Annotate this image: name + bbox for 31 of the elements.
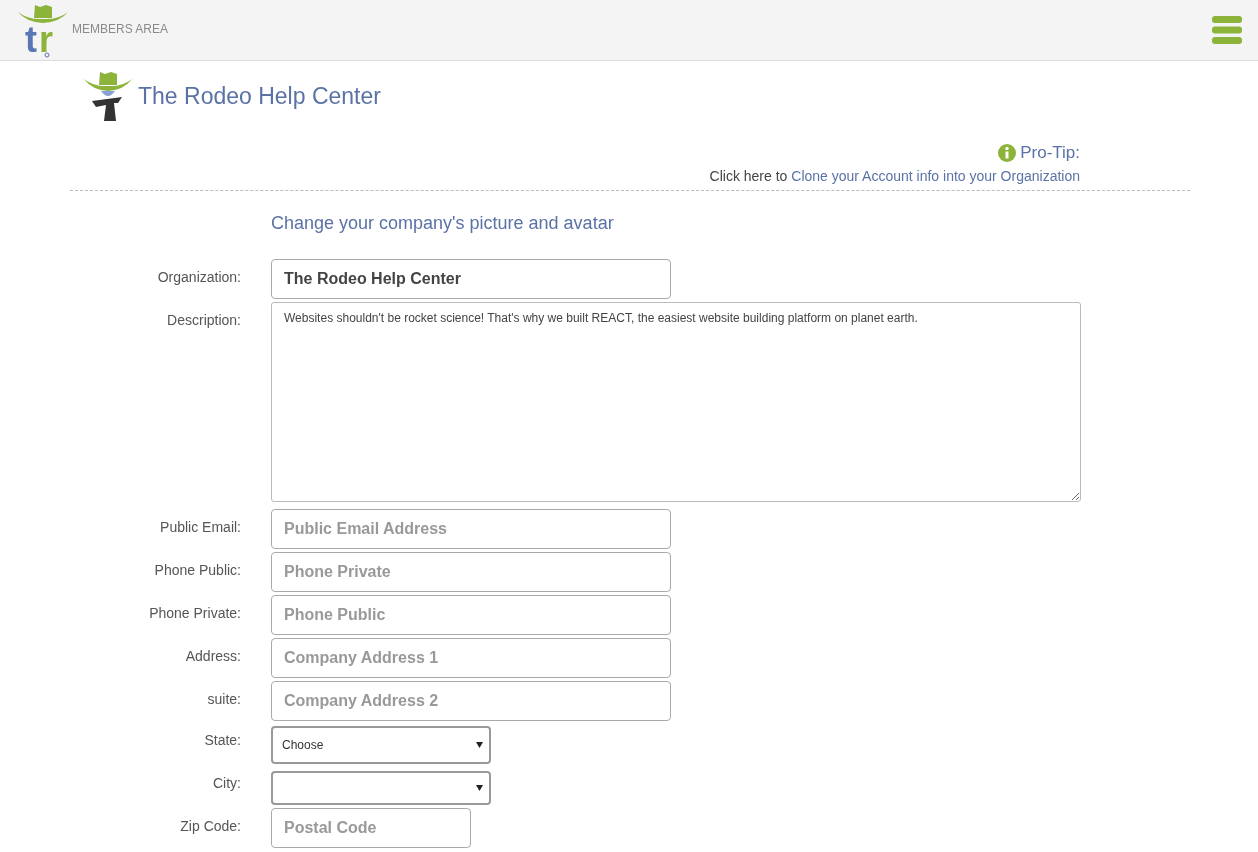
caret-icon bbox=[476, 785, 483, 791]
field-label: Organization: bbox=[156, 268, 241, 287]
input-field[interactable]: Phone Private bbox=[271, 552, 671, 592]
field-label: Description: bbox=[166, 311, 241, 330]
input-field[interactable]: Public Email Address bbox=[271, 509, 671, 549]
field-label: suite: bbox=[206, 690, 241, 709]
pro-tip-label: Pro-Tip: bbox=[1020, 143, 1080, 163]
section-heading: Change your company's picture and avatar bbox=[271, 213, 615, 234]
caret-icon bbox=[476, 742, 483, 748]
field-label: State: bbox=[203, 731, 241, 750]
pro-tip-text: Click here to Clone your Account info into your Organization bbox=[709, 168, 1080, 184]
input-field[interactable]: Company Address 1 bbox=[271, 638, 671, 678]
brand-label: MEMBERS AREA bbox=[72, 22, 169, 36]
info-icon bbox=[998, 144, 1017, 162]
field-label: Phone Private: bbox=[148, 604, 241, 623]
clone-account-link[interactable]: Clone your Account info into your Organization bbox=[791, 168, 1080, 184]
input-field[interactable]: Postal Code bbox=[271, 808, 471, 848]
field-label: Zip Code: bbox=[179, 817, 241, 836]
cowboy-mascot-icon bbox=[84, 71, 132, 121]
field-label: Phone Public: bbox=[153, 561, 241, 580]
field-label: Public Email: bbox=[159, 518, 241, 537]
dropdown-field[interactable]: Choose bbox=[271, 726, 491, 764]
description-field[interactable]: Websites shouldn't be rocket science! That's why we built REACT, the easiest website building platform on planet earth. bbox=[271, 302, 1081, 502]
field-label: Address: bbox=[184, 647, 241, 666]
input-field[interactable]: Phone Public bbox=[271, 595, 671, 635]
input-field[interactable]: Company Address 2 bbox=[271, 681, 671, 721]
field-label: City: bbox=[212, 774, 241, 793]
input-field[interactable]: The Rodeo Help Center bbox=[271, 259, 671, 299]
menu-icon[interactable] bbox=[1212, 15, 1242, 45]
page-title: The Rodeo Help Center bbox=[138, 82, 381, 110]
dropdown-field[interactable] bbox=[271, 771, 491, 805]
